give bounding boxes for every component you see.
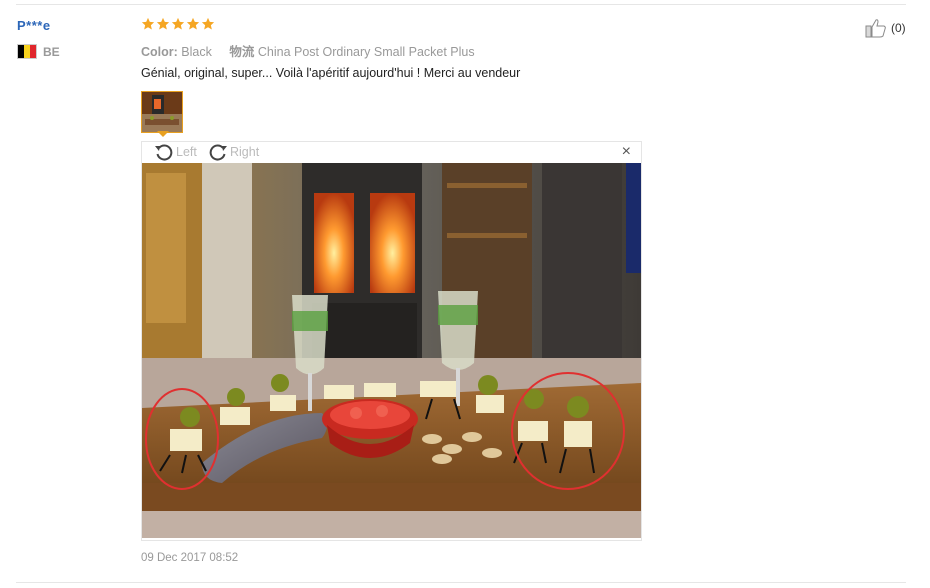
shipping-value: China Post Ordinary Small Packet Plus [257,45,475,59]
star-icon [171,17,185,30]
color-value: Black [181,45,212,59]
thumbnail-image [142,92,182,132]
star-icon [186,17,200,30]
star-icon [201,17,215,30]
rotate-right-icon [209,144,227,161]
star-icon [141,17,155,30]
likes-count: (0) [891,21,906,35]
helpful-vote[interactable]: (0) [865,18,906,38]
rotate-left-icon [155,144,173,161]
review-photo-thumbnail[interactable] [141,91,183,133]
star-icon [156,17,170,30]
order-attributes: Color: Black 物流 China Post Ordinary Smal… [141,41,475,60]
belgium-flag-icon [17,44,37,59]
rotate-right-button[interactable]: Right [208,143,259,161]
photo-viewer: Left Right × [141,141,642,541]
rotate-left-button[interactable]: Left [154,143,197,161]
thumbnail-pointer [157,131,169,137]
review-photo [142,163,641,538]
review-top-divider [16,4,906,5]
photo-viewer-toolbar: Left Right × [142,142,641,164]
shipping-label: 物流 [229,45,255,59]
reviewer-name: P***e [17,18,51,33]
star-rating [141,17,215,31]
reviewer-country: BE [17,44,60,59]
review-text: Génial, original, super... Voilà l'apéri… [141,66,521,80]
color-label: Color: [141,45,178,59]
rotate-left-label: Left [176,145,197,159]
review-date: 09 Dec 2017 08:52 [141,552,239,564]
country-code: BE [43,44,60,59]
review-photo-image [142,163,641,538]
thumbs-up-icon[interactable] [865,18,887,38]
close-viewer-button[interactable]: × [622,144,631,160]
rotate-right-label: Right [230,145,260,159]
review-bottom-divider [16,582,906,583]
